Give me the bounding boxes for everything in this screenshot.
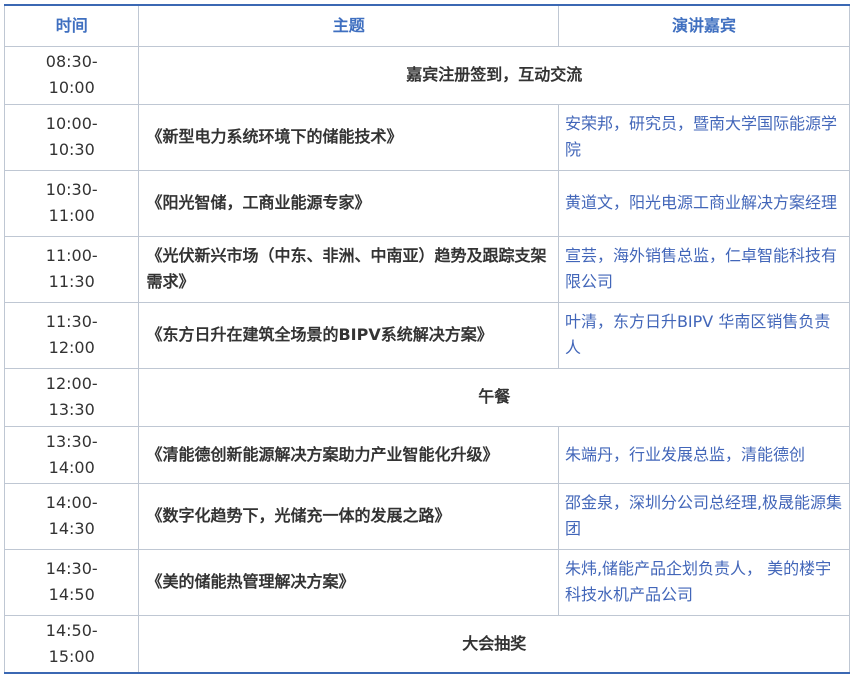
speaker-cell: 黄道文，阳光电源工商业解决方案经理: [557, 169, 851, 237]
speaker-cell: 邵金泉，深圳分公司总经理,极晟能源集团: [557, 482, 851, 550]
topic-cell: 《数字化趋势下，光储充一体的发展之路》: [138, 482, 559, 550]
topic-cell: 《阳光智储，工商业能源专家》: [138, 169, 559, 237]
time-end: 11:30: [48, 272, 95, 291]
time-cell: 14:00- 14:30: [3, 482, 140, 550]
time-cell: 13:30- 14:00: [3, 425, 140, 484]
time-cell: 10:00- 10:30: [3, 103, 140, 171]
header-speaker: 演讲嘉宾: [557, 4, 851, 47]
speaker-cell: 朱端丹，行业发展总监，清能德创: [557, 425, 851, 484]
session-cell: 嘉宾注册签到，互动交流: [138, 45, 850, 105]
time-cell: 08:30- 10:00: [3, 45, 140, 105]
speaker-cell: 安荣邦，研究员，暨南大学国际能源学院: [557, 103, 851, 171]
speaker-cell: 朱炜,储能产品企划负责人， 美的楼宇科技水机产品公司: [557, 548, 851, 616]
table-row: 13:30- 14:00 《清能德创新能源解决方案助力产业智能化升级》 朱端丹，行…: [3, 425, 851, 484]
speaker-cell: 叶清，东方日升BIPV 华南区销售负责人: [557, 301, 851, 369]
time-cell: 11:00- 11:30: [3, 235, 140, 303]
table-row: 14:30- 14:50 《美的储能热管理解决方案》 朱炜,储能产品企划负责人， …: [3, 548, 851, 616]
time-start: 14:30-: [45, 559, 98, 578]
time-start: 14:00-: [45, 493, 98, 512]
topic-cell: 《光伏新兴市场（中东、非洲、中南亚）趋势及跟踪支架需求》: [138, 235, 559, 303]
time-cell: 12:00- 13:30: [3, 367, 140, 427]
time-end: 14:00: [48, 457, 95, 477]
time-start: 10:00-: [45, 114, 98, 133]
topic-cell: 《美的储能热管理解决方案》: [138, 548, 559, 616]
topic-cell: 《东方日升在建筑全场景的BIPV系统解决方案》: [138, 301, 559, 369]
time-start: 13:30-: [45, 431, 98, 451]
time-start: 10:30-: [45, 180, 98, 199]
time-start: 08:30-: [45, 52, 98, 71]
time-start: 11:00-: [45, 246, 98, 265]
table-row: 14:00- 14:30 《数字化趋势下，光储充一体的发展之路》 邵金泉，深圳分公…: [3, 482, 851, 550]
agenda-table-wrapper: 时间 主题 演讲嘉宾 08:30- 10:00 嘉宾注册签到，互动交流 10:00…: [3, 4, 851, 674]
time-start: 12:00-: [45, 374, 98, 393]
session-cell: 大会抽奖: [138, 614, 850, 674]
time-end: 10:30: [48, 140, 95, 159]
header-topic: 主题: [138, 4, 559, 47]
table-row: 08:30- 10:00 嘉宾注册签到，互动交流: [3, 45, 850, 105]
time-cell: 14:50- 15:00: [3, 614, 140, 674]
table-row: 12:00- 13:30 午餐: [3, 367, 850, 427]
time-start: 11:30-: [45, 312, 98, 331]
session-cell: 午餐: [138, 367, 850, 427]
time-end: 10:00: [48, 78, 95, 97]
time-start: 14:50-: [45, 620, 98, 640]
speaker-cell: 宣芸，海外销售总监，仁卓智能科技有限公司: [557, 235, 851, 303]
topic-cell: 《清能德创新能源解决方案助力产业智能化升级》: [138, 425, 559, 484]
header-row: 时间 主题 演讲嘉宾: [3, 4, 851, 47]
table-row: 11:00- 11:30 《光伏新兴市场（中东、非洲、中南亚）趋势及跟踪支架需求》…: [3, 235, 851, 303]
topic-cell: 《新型电力系统环境下的储能技术》: [138, 103, 559, 171]
table-row: 14:50- 15:00 大会抽奖: [3, 614, 850, 674]
time-end: 11:00: [48, 206, 95, 225]
time-end: 13:30: [48, 400, 95, 419]
table-row: 10:30- 11:00 《阳光智储，工商业能源专家》 黄道文，阳光电源工商业解决…: [3, 169, 851, 237]
time-cell: 10:30- 11:00: [3, 169, 140, 237]
table-row: 10:00- 10:30 《新型电力系统环境下的储能技术》 安荣邦，研究员，暨南大…: [3, 103, 851, 171]
header-time: 时间: [3, 4, 140, 47]
time-end: 14:50: [48, 585, 95, 604]
time-cell: 14:30- 14:50: [3, 548, 140, 616]
time-end: 12:00: [48, 338, 95, 357]
time-end: 14:30: [48, 519, 95, 538]
time-end: 15:00: [48, 646, 95, 666]
time-cell: 11:30- 12:00: [3, 301, 140, 369]
table-row: 11:30- 12:00 《东方日升在建筑全场景的BIPV系统解决方案》 叶清，东…: [3, 301, 851, 369]
agenda-table: 时间 主题 演讲嘉宾 08:30- 10:00 嘉宾注册签到，互动交流 10:00…: [3, 4, 851, 674]
